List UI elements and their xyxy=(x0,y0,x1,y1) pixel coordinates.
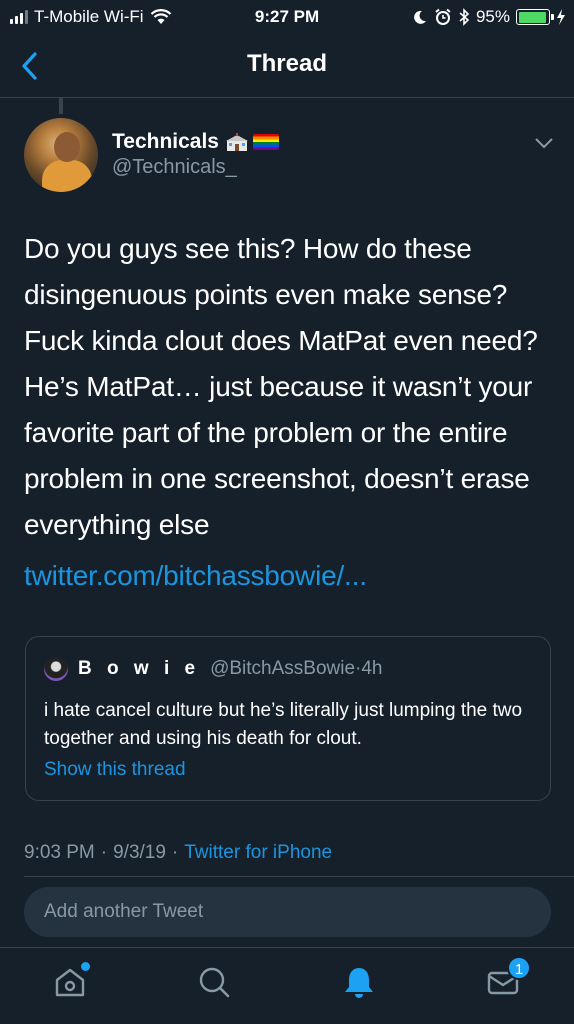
status-bar: T-Mobile Wi-Fi 9:27 PM 95% xyxy=(0,0,574,34)
page-title: Thread xyxy=(246,50,327,77)
tab-bar: 1 xyxy=(0,947,574,1024)
tweet-options-button[interactable] xyxy=(534,136,554,150)
quoted-author-handle: @BitchAssBowie·4h xyxy=(210,658,383,679)
tab-messages[interactable]: 1 xyxy=(485,956,531,1004)
quoted-avatar xyxy=(44,657,68,681)
tweet-header: Technicals @Technicals_ xyxy=(24,118,554,192)
battery-fill xyxy=(518,11,547,23)
thread-connector xyxy=(59,98,63,114)
show-thread-link[interactable]: Show this thread xyxy=(44,759,186,781)
meta-separator: · xyxy=(100,842,108,863)
author-name-row[interactable]: Technicals xyxy=(112,130,279,154)
author-emoji xyxy=(225,133,279,151)
tweet-source[interactable]: Twitter for iPhone xyxy=(184,842,332,864)
chevron-down-icon xyxy=(535,138,553,149)
school-icon xyxy=(226,133,248,151)
status-right: 95% xyxy=(412,7,566,27)
messages-badge: 1 xyxy=(507,956,531,980)
tweet-link[interactable]: twitter.com/bitchassbowie/... xyxy=(24,560,367,592)
add-tweet-input[interactable] xyxy=(24,887,551,937)
battery-percent: 95% xyxy=(475,7,510,26)
reply-composer xyxy=(0,877,574,947)
avatar[interactable] xyxy=(24,118,98,192)
meta-separator: · xyxy=(171,842,179,863)
bluetooth-icon xyxy=(459,8,470,26)
home-notification-dot xyxy=(81,962,90,971)
author-handle: @Technicals_ xyxy=(112,156,237,178)
tweet-text: Do you guys see this? How do these disin… xyxy=(24,233,538,540)
tweet-meta: 9:03 PM · 9/3/19 · Twitter for iPhone xyxy=(24,842,332,864)
author-name: Technicals xyxy=(112,130,219,153)
alarm-icon xyxy=(435,8,451,25)
tab-home[interactable] xyxy=(52,962,92,1004)
bell-icon xyxy=(345,968,373,998)
battery-icon xyxy=(516,9,554,25)
tweet-time: 9:03 PM xyxy=(24,842,95,863)
quoted-author-name: B o w i e xyxy=(78,658,201,679)
rainbow-flag-icon xyxy=(253,134,279,150)
tab-notifications[interactable] xyxy=(341,964,381,1004)
quoted-tweet-text: i hate cancel culture but he’s literally… xyxy=(44,700,523,749)
nav-bar: Thread xyxy=(0,34,574,98)
tab-search[interactable] xyxy=(196,964,236,1004)
quoted-tweet-header: B o w i e @BitchAssBowie·4h xyxy=(44,657,383,681)
charging-icon xyxy=(557,9,565,25)
moon-icon xyxy=(414,10,426,24)
tweet-date: 9/3/19 xyxy=(113,842,166,863)
quoted-tweet[interactable]: B o w i e @BitchAssBowie·4h i hate cance… xyxy=(25,636,551,801)
search-icon xyxy=(199,967,230,998)
